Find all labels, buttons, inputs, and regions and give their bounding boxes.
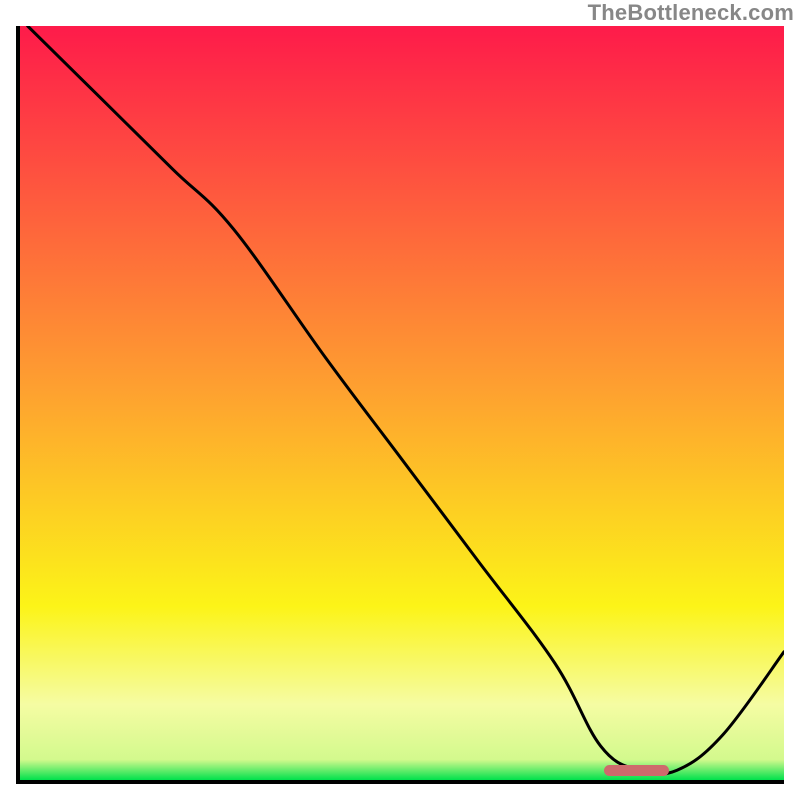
- attribution-text: TheBottleneck.com: [588, 0, 794, 26]
- chart-axes: [16, 26, 784, 784]
- chart-curve: [20, 26, 784, 780]
- chart-plot-area: [20, 26, 784, 780]
- optimal-range-marker: [604, 765, 669, 776]
